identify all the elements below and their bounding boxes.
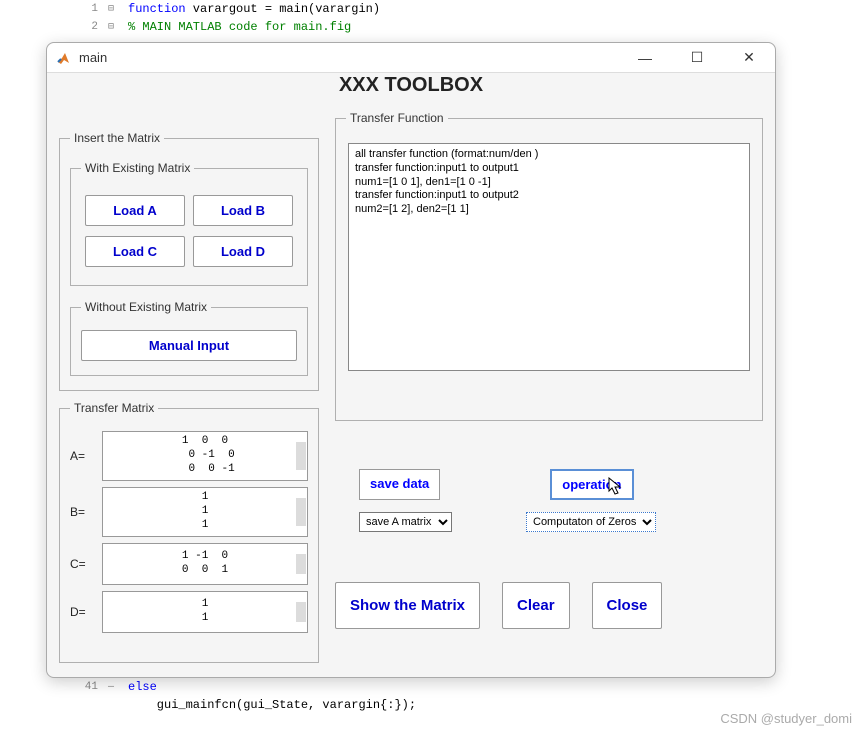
code-editor-top: 1 ⊟ function varargout = main(varargin) … xyxy=(78,0,380,36)
transfer-function-group: Transfer Function all transfer function … xyxy=(335,111,763,421)
minimize-button[interactable]: — xyxy=(627,47,663,69)
scrollbar-icon[interactable] xyxy=(296,442,306,470)
insert-matrix-legend: Insert the Matrix xyxy=(70,131,164,145)
transfer-matrix-legend: Transfer Matrix xyxy=(70,401,158,415)
matlab-icon xyxy=(55,49,73,67)
code-comment: % MAIN MATLAB code for main.fig xyxy=(128,20,351,34)
matrix-c-display[interactable]: 1 -1 0 0 0 1 xyxy=(102,543,308,585)
transfer-function-legend: Transfer Function xyxy=(346,111,448,125)
fold-icon: ⊟ xyxy=(108,21,128,33)
load-c-button[interactable]: Load C xyxy=(85,236,185,267)
tf-line: transfer function:input1 to output2 xyxy=(355,189,743,203)
tf-line: transfer function:input1 to output1 xyxy=(355,162,743,176)
manual-input-button[interactable]: Manual Input xyxy=(81,330,297,361)
matrix-d-value: 1 1 xyxy=(111,598,299,626)
watermark: CSDN @studyer_domi xyxy=(720,711,852,726)
operation-button[interactable]: operation xyxy=(550,469,633,500)
without-existing-group: Without Existing Matrix Manual Input xyxy=(70,300,308,376)
maximize-button[interactable]: ☐ xyxy=(679,47,715,69)
matrix-c-value: 1 -1 0 0 0 1 xyxy=(111,550,299,578)
matrix-b-value: 1 1 1 xyxy=(111,491,299,532)
matrix-a-label: A= xyxy=(70,449,102,463)
tf-line: all transfer function (format:num/den ) xyxy=(355,148,743,162)
clear-button[interactable]: Clear xyxy=(502,582,570,629)
scrollbar-icon[interactable] xyxy=(296,554,306,574)
close-button[interactable]: Close xyxy=(592,582,663,629)
matrix-c-label: C= xyxy=(70,557,102,571)
load-b-button[interactable]: Load B xyxy=(193,195,293,226)
matrix-b-label: B= xyxy=(70,505,102,519)
save-select[interactable]: save A matrix xyxy=(359,512,452,532)
with-existing-group: With Existing Matrix Load A Load B Load … xyxy=(70,161,308,286)
matrix-a-display[interactable]: 1 0 0 0 -1 0 0 0 -1 xyxy=(102,431,308,481)
transfer-matrix-group: Transfer Matrix A= 1 0 0 0 -1 0 0 0 -1 B… xyxy=(59,401,319,663)
matrix-a-value: 1 0 0 0 -1 0 0 0 -1 xyxy=(111,435,299,476)
load-a-button[interactable]: Load A xyxy=(85,195,185,226)
gutter: — xyxy=(108,682,128,693)
code-line: gui_mainfcn(gui_State, varargin{:}); xyxy=(128,698,416,712)
toolbox-title: XXX TOOLBOX xyxy=(47,73,775,101)
scrollbar-icon[interactable] xyxy=(296,602,306,622)
save-data-button[interactable]: save data xyxy=(359,469,440,500)
code-line: else xyxy=(128,680,157,694)
line-num: 1 xyxy=(78,3,108,15)
tf-line: num1=[1 0 1], den1=[1 0 -1] xyxy=(355,176,743,190)
matrix-b-display[interactable]: 1 1 1 xyxy=(102,487,308,537)
titlebar[interactable]: main — ☐ ✕ xyxy=(47,43,775,73)
operation-select[interactable]: Computaton of Zeros xyxy=(526,512,656,532)
load-d-button[interactable]: Load D xyxy=(193,236,293,267)
window-title: main xyxy=(79,50,107,65)
scrollbar-icon[interactable] xyxy=(296,498,306,526)
line-num: 41 xyxy=(78,681,108,693)
code-line: function varargout = main(varargin) xyxy=(128,2,380,16)
show-matrix-button[interactable]: Show the Matrix xyxy=(335,582,480,629)
close-window-button[interactable]: ✕ xyxy=(731,47,767,69)
line-num: 2 xyxy=(78,21,108,33)
main-window: main — ☐ ✕ XXX TOOLBOX Insert the Matrix… xyxy=(46,42,776,678)
matrix-d-display[interactable]: 1 1 xyxy=(102,591,308,633)
cursor-icon xyxy=(608,477,624,497)
matrix-d-label: D= xyxy=(70,605,102,619)
with-existing-legend: With Existing Matrix xyxy=(81,161,194,175)
fold-icon: ⊟ xyxy=(108,3,128,15)
transfer-function-display[interactable]: all transfer function (format:num/den ) … xyxy=(348,143,750,371)
without-existing-legend: Without Existing Matrix xyxy=(81,300,211,314)
tf-line: num2=[1 2], den2=[1 1] xyxy=(355,203,743,217)
insert-matrix-group: Insert the Matrix With Existing Matrix L… xyxy=(59,131,319,391)
